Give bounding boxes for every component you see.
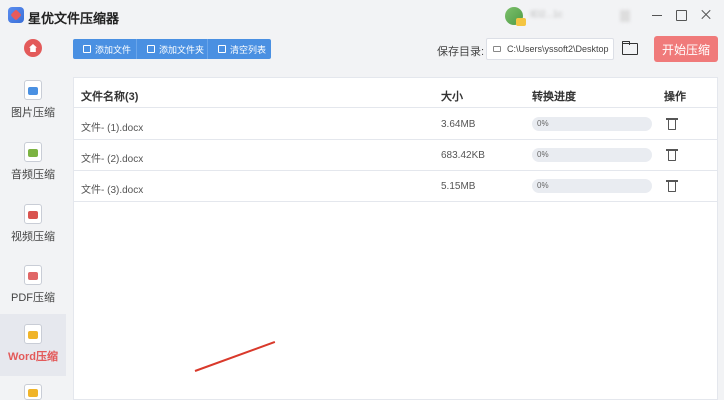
browse-folder-icon[interactable]: [621, 40, 639, 56]
sidebar-item-more[interactable]: [0, 378, 66, 400]
file-size: 3.64MB: [441, 119, 476, 130]
delete-icon[interactable]: [666, 148, 678, 162]
add-file-label: 添加文件: [95, 44, 132, 55]
save-directory-label: 保存目录:: [437, 46, 485, 58]
file-name: 文件- (3).docx: [81, 185, 144, 196]
progress-text: 0%: [537, 181, 549, 190]
close-icon[interactable]: [697, 6, 715, 24]
folder-icon: [147, 45, 155, 53]
file-table: 文件名称(3) 大小 转换进度 操作 文件- (1).docx 3.64MB 0…: [73, 77, 718, 400]
folder-icon: [493, 46, 501, 52]
table-row: 文件- (2).docx 683.42KB 0%: [74, 140, 717, 171]
minimize-icon[interactable]: [648, 6, 666, 24]
table-header: 文件名称(3) 大小 转换进度 操作: [74, 78, 717, 108]
app-logo-icon: [8, 7, 24, 23]
file-name: 文件- (2).docx: [81, 154, 144, 165]
progress-bar: 0%: [532, 117, 652, 131]
header-size: 大小: [441, 91, 463, 103]
delete-icon[interactable]: [666, 117, 678, 131]
maximize-icon[interactable]: [672, 6, 690, 24]
delete-icon[interactable]: [666, 179, 678, 193]
sidebar: 图片压缩 音频压缩 视频压缩 PDF压缩 Word压缩: [0, 30, 66, 400]
image-file-icon: [24, 80, 42, 100]
sidebar-item-label: PDF压缩: [11, 292, 55, 304]
table-row: 文件- (1).docx 3.64MB 0%: [74, 109, 717, 140]
title-bar: 星优文件压缩器 IEl2...1c: [0, 0, 724, 30]
sidebar-item-word[interactable]: Word压缩: [0, 314, 66, 376]
sidebar-item-label: 视频压缩: [11, 231, 55, 243]
file-size: 683.42KB: [441, 150, 485, 161]
video-file-icon: [24, 204, 42, 224]
header-action: 操作: [664, 91, 686, 103]
sidebar-item-label: 图片压缩: [11, 107, 55, 119]
vip-badge-icon: [516, 18, 526, 26]
clear-list-label: 清空列表: [230, 44, 267, 55]
sidebar-item-pdf[interactable]: PDF压缩: [0, 259, 66, 319]
more-file-icon: [24, 384, 42, 400]
start-compress-button[interactable]: 开始压缩: [654, 36, 718, 62]
file-name: 文件- (1).docx: [81, 123, 144, 134]
trash-icon: [218, 45, 226, 53]
file-icon: [83, 45, 91, 53]
file-toolbar: 添加文件 添加文件夹 清空列表: [73, 39, 271, 59]
progress-bar: 0%: [532, 179, 652, 193]
sidebar-item-audio[interactable]: 音频压缩: [0, 136, 66, 196]
app-title: 星优文件压缩器: [28, 11, 120, 26]
sidebar-item-label: 音频压缩: [11, 169, 55, 181]
user-name[interactable]: IEl2...1c: [530, 9, 602, 21]
header-progress: 转换进度: [532, 91, 576, 103]
clear-list-button[interactable]: 清空列表: [208, 39, 271, 59]
home-icon[interactable]: [24, 39, 42, 57]
sidebar-item-image[interactable]: 图片压缩: [0, 74, 66, 134]
word-file-icon: [24, 324, 42, 344]
add-folder-label: 添加文件夹: [159, 44, 205, 55]
save-path-value: C:\Users\yssoft2\Desktop: [507, 44, 609, 54]
add-file-button[interactable]: 添加文件: [73, 39, 137, 59]
file-size: 5.15MB: [441, 181, 476, 192]
pdf-file-icon: [24, 265, 42, 285]
header-name: 文件名称(3): [81, 91, 139, 103]
progress-text: 0%: [537, 150, 549, 159]
add-folder-button[interactable]: 添加文件夹: [137, 39, 208, 59]
progress-bar: 0%: [532, 148, 652, 162]
sidebar-item-label: Word压缩: [8, 351, 58, 363]
audio-file-icon: [24, 142, 42, 162]
table-row: 文件- (3).docx 5.15MB 0%: [74, 171, 717, 202]
progress-text: 0%: [537, 119, 549, 128]
user-menu-icon[interactable]: [620, 10, 630, 22]
save-path-field[interactable]: C:\Users\yssoft2\Desktop: [486, 38, 614, 60]
sidebar-item-video[interactable]: 视频压缩: [0, 198, 66, 258]
